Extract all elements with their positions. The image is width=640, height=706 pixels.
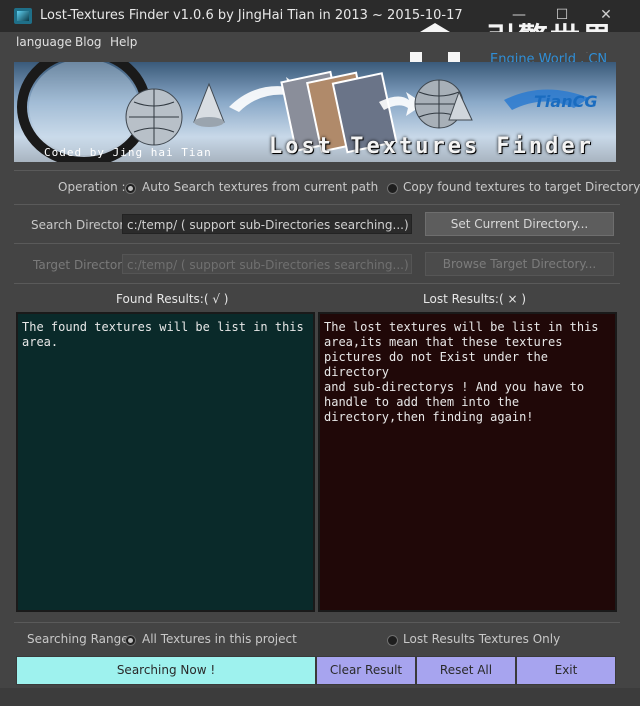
divider (14, 204, 620, 205)
lost-results-area[interactable]: The lost textures will be list in this a… (318, 312, 617, 612)
operation-auto-label[interactable]: Auto Search textures from current path (142, 180, 378, 194)
app-icon (14, 8, 32, 24)
search-directory-label: Search Directory: (31, 218, 135, 232)
search-directory-input[interactable]: c:/temp/ ( support sub-Directories searc… (122, 214, 412, 234)
window-bottom-edge (0, 688, 640, 706)
target-directory-input[interactable]: c:/temp/ ( support sub-Directories searc… (122, 254, 412, 274)
found-results-area[interactable]: The found textures will be list in this … (16, 312, 315, 612)
range-lost-label[interactable]: Lost Results Textures Only (403, 632, 560, 646)
divider (14, 622, 620, 623)
menu-blog[interactable]: Blog (75, 35, 102, 49)
range-lost-radio[interactable] (387, 635, 398, 646)
operation-label: Operation : (58, 180, 126, 194)
banner-title: Lost Textures Finder (269, 134, 594, 159)
menu-help[interactable]: Help (110, 35, 137, 49)
reset-all-button[interactable]: Reset All (416, 656, 516, 685)
operation-copy-label[interactable]: Copy found textures to target Directory (403, 180, 640, 194)
searching-range-label: Searching Range: (27, 632, 133, 646)
range-all-label[interactable]: All Textures in this project (142, 632, 297, 646)
search-now-button[interactable]: Searching Now ! (16, 656, 316, 685)
target-directory-label: Target Directory: (33, 258, 133, 272)
operation-copy-radio[interactable] (387, 183, 398, 194)
set-current-directory-button[interactable]: Set Current Directory... (425, 212, 614, 236)
browse-target-directory-button[interactable]: Browse Target Directory... (425, 252, 614, 276)
range-all-radio[interactable] (125, 635, 136, 646)
menu-bar: language Blog Help (0, 32, 640, 52)
menu-language[interactable]: language (16, 35, 72, 49)
lost-results-header: Lost Results:( × ) (423, 292, 527, 306)
found-results-header: Found Results:( √ ) (116, 292, 229, 306)
exit-button[interactable]: Exit (516, 656, 616, 685)
banner-coded-by: Coded by Jing hai Tian (44, 146, 212, 159)
divider (14, 170, 620, 171)
clear-result-button[interactable]: Clear Result (316, 656, 416, 685)
divider (14, 283, 620, 284)
operation-auto-radio[interactable] (125, 183, 136, 194)
banner-image: TianCG Coded by Jing hai Tian Lost Textu… (14, 62, 616, 162)
divider (14, 243, 620, 244)
banner-brand: TianCG (534, 92, 598, 111)
